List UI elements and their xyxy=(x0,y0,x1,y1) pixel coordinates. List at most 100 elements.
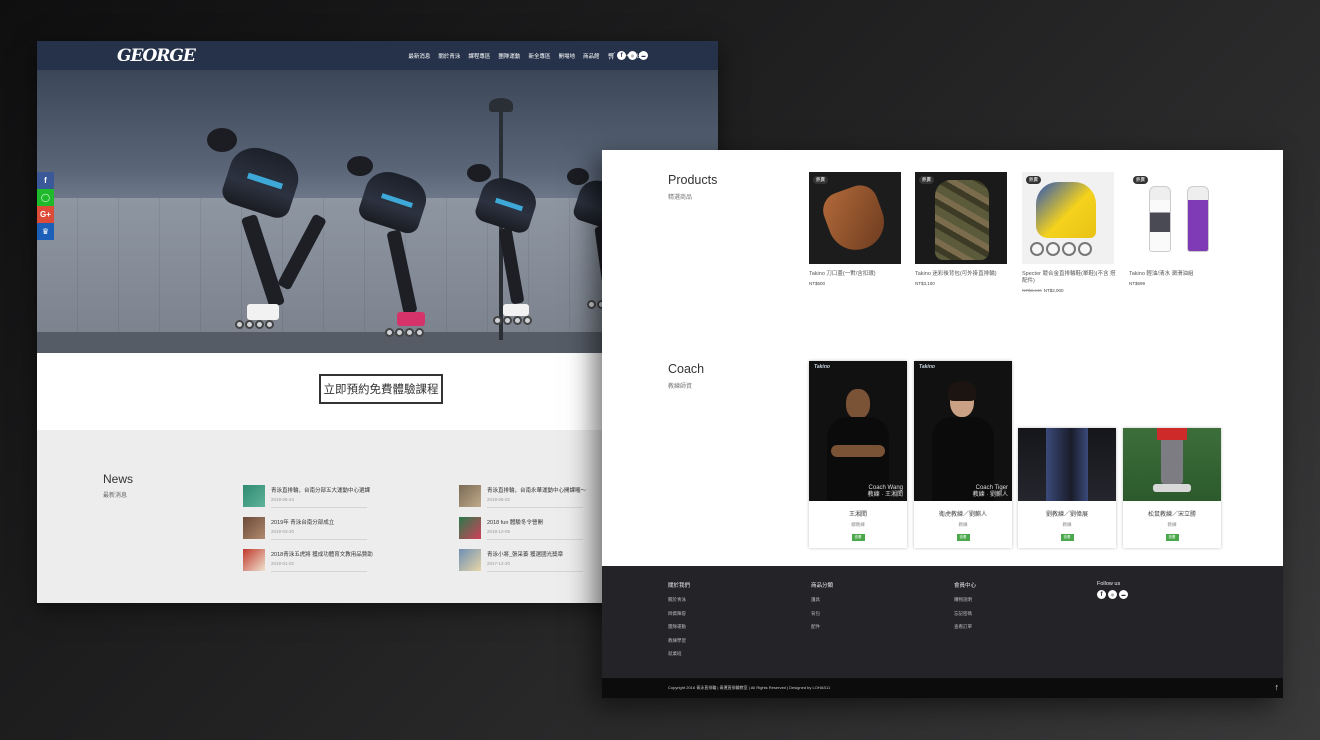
menu-item-news[interactable]: 最新消息 xyxy=(408,52,430,60)
coach-view-button[interactable]: 查看 xyxy=(1165,534,1179,541)
menu-item-courses[interactable]: 課程專區 xyxy=(468,52,490,60)
skater-leg xyxy=(277,213,327,291)
coach-card[interactable]: 劉教練／劉偉展 教練 查看 xyxy=(1018,428,1116,548)
footer-link[interactable]: 護具 xyxy=(811,597,833,603)
coach-brand-logo: Takino xyxy=(919,364,935,370)
coach-photo: Takino Coach Tiger 教練 · 劉麒人 xyxy=(914,361,1012,501)
coach-view-button[interactable]: 查看 xyxy=(851,534,865,541)
news-item[interactable]: 2019年 青泳台南分部成立 2019-03-20 xyxy=(243,517,367,545)
footer-about-column: 關於我們 關於青泳 師資陣容 團隊運動 教練學習 就業班 xyxy=(668,581,690,665)
coach-card[interactable]: Takino Coach Wang 教練 · 王湘閎 王湘閎 總教練 查看 xyxy=(809,361,907,548)
footer-social-icons: f ◎ ▬ xyxy=(1097,590,1128,599)
coach-name: 衛虎教練／劉麒人 xyxy=(938,512,987,518)
menu-item-team[interactable]: 團隊運動 xyxy=(498,52,520,60)
menu-item-new-zone[interactable]: 新全專區 xyxy=(528,52,550,60)
product-card[interactable]: 熱賣 Specter 競合金直排輪鞋(單鞋)(不含 搭配件) NT$3,440 N… xyxy=(1022,172,1116,293)
coach-arms xyxy=(831,445,885,457)
divider xyxy=(487,507,583,508)
news-thumbnail xyxy=(459,485,481,507)
news-item[interactable]: 青泳直排輪，台南永華運動中心開課囉～ 2019-06-02 xyxy=(459,485,586,513)
instagram-icon[interactable]: ◎ xyxy=(628,51,637,60)
menu-item-about[interactable]: 關於青泳 xyxy=(438,52,460,60)
product-image: 熱賣 xyxy=(1129,172,1221,264)
line-icon[interactable]: ▬ xyxy=(639,51,648,60)
coach-card[interactable]: Takino Coach Tiger 教練 · 劉麒人 衛虎教練／劉麒人 教練 … xyxy=(914,361,1012,548)
footer-link[interactable]: 教練學習 xyxy=(668,638,690,644)
coach-view-button[interactable]: 查看 xyxy=(1060,534,1074,541)
line-icon[interactable]: ▬ xyxy=(1119,590,1128,599)
footer-link[interactable]: 關於青泳 xyxy=(668,597,690,603)
line-share-icon[interactable]: ◯ xyxy=(37,189,54,206)
coach-name: 王湘閎 xyxy=(848,512,867,518)
hot-badge: 熱賣 xyxy=(813,176,828,184)
product-card[interactable]: 熱賣 Takino 刀口蓋(一對/含扣環) NT$600 xyxy=(809,172,903,286)
coach-role: 教練 xyxy=(1167,522,1177,527)
coach-view-button[interactable]: 查看 xyxy=(956,534,970,541)
crown-share-icon[interactable]: ♛ xyxy=(37,223,54,240)
footer-link[interactable]: 忘記密碼 xyxy=(954,611,976,617)
coach-subheading: 教練師資 xyxy=(668,384,693,390)
footer-link[interactable]: 師資陣容 xyxy=(668,611,690,617)
news-item[interactable]: 2018 fun 體驗冬令營開 2018-12-05 xyxy=(459,517,583,545)
menu-item-venue[interactable]: 開場地 xyxy=(558,52,575,60)
divider xyxy=(271,571,367,572)
news-item-title: 青泳小將_張采蓁 獲選國光獎章 xyxy=(487,552,564,558)
site-logo[interactable]: GEORGE xyxy=(117,46,196,66)
main-menu: 最新消息 關於青泳 課程專區 團隊運動 新全專區 開場地 商品館 🛒︎ ⇥ 登出 xyxy=(408,41,642,70)
facebook-icon[interactable]: f xyxy=(1097,590,1106,599)
news-item-title: 青泳直排輪，台南永華運動中心開課囉～ xyxy=(487,488,587,494)
product-name: Takino 刀口蓋(一對/含扣環) xyxy=(809,271,876,277)
footer-link[interactable]: 查看訂單 xyxy=(954,624,976,630)
coach-role: 教練 xyxy=(1062,522,1072,527)
site-footer: 關於我們 關於青泳 師資陣容 團隊運動 教練學習 就業班 商品分類 護具 背包 … xyxy=(602,566,1283,678)
coach-photo xyxy=(1018,428,1116,501)
menu-item-shop[interactable]: 商品館 xyxy=(583,52,600,60)
cart-icon[interactable]: 🛒︎ xyxy=(607,52,616,60)
product-price: NT$600 xyxy=(809,281,903,286)
product-price: NT$3,440 NT$2,000 xyxy=(1022,288,1116,293)
product-price-value: NT$2,000 xyxy=(1043,288,1064,293)
copyright-text: Copyright 2016 青泳直排輪 | 青運直排輪教室 | All Rig… xyxy=(668,685,831,690)
top-navbar: GEORGE 最新消息 關於青泳 課程專區 團隊運動 新全專區 開場地 商品館 … xyxy=(37,41,718,70)
footer-link[interactable]: 購物說明 xyxy=(954,597,976,603)
product-card[interactable]: 熱賣 Takino 迷彩後背包(可外掛直排輪) NT$3,100 xyxy=(915,172,1009,286)
book-trial-button[interactable]: 立即預約免費體驗課程 xyxy=(319,374,443,404)
right-site-screenshot: Products 精選商品 熱賣 Takino 刀口蓋(一對/含扣環) NT$6… xyxy=(602,150,1283,698)
divider xyxy=(271,539,367,540)
footer-link[interactable]: 就業班 xyxy=(668,651,690,657)
news-item[interactable]: 2018青泳五虎將 獲成功體育文教用品贊助 2019-01-02 xyxy=(243,549,373,577)
footer-link[interactable]: 團隊運動 xyxy=(668,624,690,630)
google-plus-share-icon[interactable]: G+ xyxy=(37,206,54,223)
skater-leg xyxy=(240,213,286,309)
footer-link[interactable]: 背包 xyxy=(811,611,833,617)
product-price: NT$699 xyxy=(1129,281,1223,286)
news-item[interactable]: 青泳小將_張采蓁 獲選國光獎章 2017-12-20 xyxy=(459,549,583,577)
back-to-top-icon[interactable]: ↑ xyxy=(1275,682,1280,692)
facebook-share-icon[interactable]: f xyxy=(37,172,54,189)
hot-badge: 熱賣 xyxy=(1026,176,1041,184)
product-image: 熱賣 xyxy=(809,172,901,264)
instagram-icon[interactable]: ◎ xyxy=(1108,590,1117,599)
coach-head xyxy=(846,389,870,419)
product-bottle xyxy=(1187,186,1209,252)
skater-helmet xyxy=(467,164,491,182)
coach-hair xyxy=(948,381,976,401)
product-image: 熱賣 xyxy=(1022,172,1114,264)
divider xyxy=(487,539,583,540)
footer-products-column: 商品分類 護具 背包 配件 xyxy=(811,581,833,638)
news-item-title: 2018青泳五虎將 獲成功體育文教用品贊助 xyxy=(271,552,373,558)
facebook-icon[interactable]: f xyxy=(617,51,626,60)
coach-name: 劉教練／劉偉展 xyxy=(1045,512,1088,518)
news-thumbnail xyxy=(459,517,481,539)
footer-link[interactable]: 配件 xyxy=(811,624,833,630)
news-item[interactable]: 青泳直排輪，台南分部五大運動中心選課 2019-06-24 xyxy=(243,485,370,513)
skater-boot xyxy=(247,304,279,320)
news-item-title: 青泳直排輪，台南分部五大運動中心選課 xyxy=(271,488,371,494)
footer-member-column: 會員中心 購物說明 忘記密碼 查看訂單 xyxy=(954,581,976,638)
skate-wheels xyxy=(235,320,274,329)
product-card[interactable]: 熱賣 Takino 輕油/清水 潤滑油組 NT$699 xyxy=(1129,172,1223,286)
hot-badge: 熱賣 xyxy=(919,176,934,184)
coach-card[interactable]: 松鼠教練／宋立勝 教練 查看 xyxy=(1123,428,1221,548)
coach-photo: Takino Coach Wang 教練 · 王湘閎 xyxy=(809,361,907,501)
news-item-date: 2018-12-05 xyxy=(487,529,511,534)
